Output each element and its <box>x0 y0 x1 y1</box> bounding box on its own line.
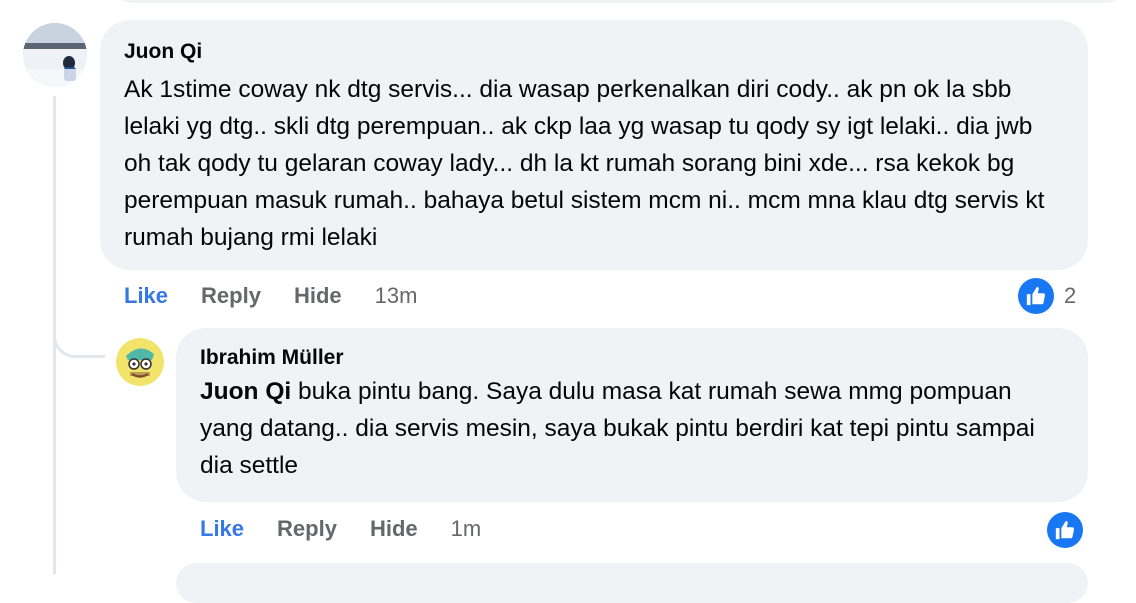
reply-button[interactable]: Reply <box>201 283 261 309</box>
comment-text: Ak 1stime coway nk dtg servis... dia was… <box>124 76 1045 251</box>
reply-text-body: buka pintu bang. Saya dulu masa kat ruma… <box>200 378 1035 479</box>
like-button[interactable]: Like <box>124 283 168 309</box>
hide-button[interactable]: Hide <box>370 516 418 542</box>
thumbs-up-icon <box>1047 512 1083 548</box>
comment-bubble: Juon Qi Ak 1stime coway nk dtg servis...… <box>100 20 1088 270</box>
reply-bubble: Ibrahim Müller Juon Qi buka pintu bang. … <box>176 328 1088 502</box>
avatar-cartoon-icon <box>116 338 164 386</box>
reply-text: Juon Qi buka pintu bang. Saya dulu masa … <box>200 373 1064 484</box>
reply-avatar[interactable] <box>116 338 164 386</box>
reply-button[interactable]: Reply <box>277 516 337 542</box>
avatar-photo-icon <box>23 23 87 87</box>
reply-actions: Like Reply Hide 1m <box>200 516 481 542</box>
reply-timestamp[interactable]: 1m <box>451 516 482 542</box>
comment-timestamp[interactable]: 13m <box>375 283 418 309</box>
next-comment-bubble <box>176 563 1088 603</box>
reply-author[interactable]: Ibrahim Müller <box>200 346 1064 370</box>
reaction-summary[interactable] <box>1047 512 1083 548</box>
like-button[interactable]: Like <box>200 516 244 542</box>
previous-comment-bubble <box>104 0 1134 3</box>
comment-actions: Like Reply Hide 13m <box>124 283 417 309</box>
reply-connector <box>53 300 105 358</box>
thumbs-up-icon <box>1018 278 1054 314</box>
reaction-count: 2 <box>1064 283 1077 308</box>
mention-link[interactable]: Juon Qi <box>200 378 291 405</box>
reaction-summary[interactable]: 2 <box>1018 278 1076 314</box>
hide-button[interactable]: Hide <box>294 283 342 309</box>
avatar[interactable] <box>23 23 87 87</box>
comment-author[interactable]: Juon Qi <box>124 40 1064 64</box>
